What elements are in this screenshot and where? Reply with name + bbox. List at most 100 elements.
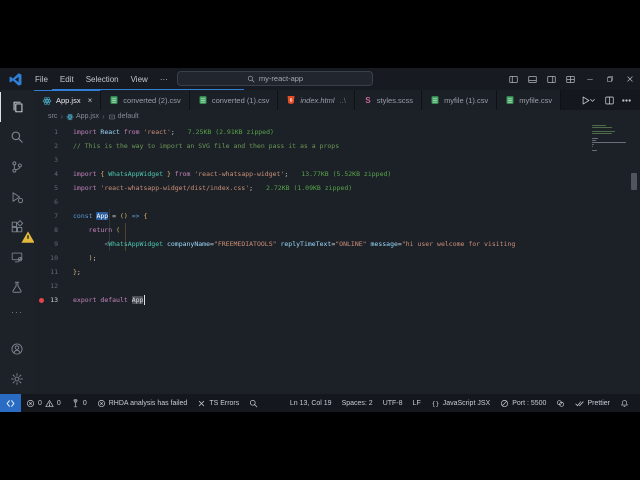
- statusbar-rhda-status[interactable]: RHDA analysis has failed: [92, 394, 193, 412]
- statusbar-search-status[interactable]: [244, 394, 263, 412]
- code-line-7[interactable]: 7const App = () => {: [34, 209, 592, 223]
- activitybar-item-remote-explorer[interactable]: [0, 242, 34, 272]
- line-number[interactable]: 12: [34, 282, 64, 290]
- breakpoint-dot[interactable]: [39, 298, 44, 303]
- tab-index.html[interactable]: 5index.html..\: [278, 90, 354, 110]
- layout-sidebar-right-icon[interactable]: [544, 72, 559, 87]
- breadcrumb-separator: ›: [102, 112, 105, 121]
- code-line-13[interactable]: 13export default App: [34, 293, 592, 307]
- token: WhatsAppWidget: [108, 170, 163, 178]
- tab-app.jsx[interactable]: App.jsx×: [34, 90, 101, 110]
- code-line-1[interactable]: 1import React from 'react';7.25KB (2.91K…: [34, 125, 592, 139]
- statusbar-live-server-port[interactable]: Port : 5500: [495, 394, 551, 412]
- token: WhatsAppWidget: [108, 240, 163, 248]
- statusbar-ports-broadcast[interactable]: 0: [66, 394, 92, 412]
- breadcrumb[interactable]: src›App.jsx›default: [34, 110, 640, 123]
- menu-[interactable]: ···: [154, 68, 174, 90]
- tab-myfile.csv[interactable]: myfile.csv: [497, 90, 561, 110]
- statusbar-text: Ln 13, Col 19: [290, 400, 332, 407]
- token: "hi user welcome for visiting: [402, 240, 516, 248]
- layout-panel-icon[interactable]: [525, 72, 540, 87]
- activitybar-item-extensions[interactable]: [0, 212, 34, 242]
- code-line-10[interactable]: 10 );: [34, 251, 592, 265]
- statusbar-ts-errors[interactable]: TS Errors: [192, 394, 244, 412]
- statusbar-cursor-position[interactable]: Ln 13, Col 19: [285, 394, 337, 412]
- activitybar-item-testing[interactable]: [0, 272, 34, 302]
- tab-close-icon[interactable]: ×: [88, 96, 93, 105]
- code-text: import { WhatsAppWidget } from 'react-wh…: [64, 167, 391, 181]
- tab-converted-2-.csv[interactable]: converted (2).csv: [101, 90, 190, 110]
- line-number[interactable]: 13: [34, 296, 64, 304]
- line-number[interactable]: 6: [34, 198, 64, 206]
- menu-file[interactable]: File: [29, 68, 54, 90]
- window-close-icon[interactable]: [620, 68, 640, 90]
- code-line-3[interactable]: 3: [34, 153, 592, 167]
- activitybar-item-explorer[interactable]: [0, 92, 34, 122]
- layout-grid-icon[interactable]: [563, 72, 578, 87]
- code-editor[interactable]: 1import React from 'react';7.25KB (2.91K…: [34, 123, 640, 394]
- statusbar-encoding[interactable]: UTF-8: [378, 394, 408, 412]
- statusbar-problems[interactable]: 00: [21, 394, 66, 412]
- code-line-6[interactable]: 6: [34, 195, 592, 209]
- line-number[interactable]: 8: [34, 226, 64, 234]
- window-minimize-icon[interactable]: [580, 68, 600, 90]
- statusbar-indentation[interactable]: Spaces: 2: [337, 394, 378, 412]
- line-number[interactable]: 5: [34, 184, 64, 192]
- code-line-9[interactable]: 9 <WhatsAppWidget companyName="FREEMEDIA…: [34, 237, 592, 251]
- statusbar-prettier[interactable]: Prettier: [570, 394, 615, 412]
- tab-styles.scss[interactable]: Sstyles.scss: [355, 90, 422, 110]
- menu-view[interactable]: View: [125, 68, 154, 90]
- more-actions-button[interactable]: [621, 95, 632, 106]
- token: [73, 240, 104, 248]
- code-line-4[interactable]: 4import { WhatsAppWidget } from 'react-w…: [34, 167, 592, 181]
- code-text: return (: [64, 223, 120, 237]
- breadcrumb-item-src[interactable]: src: [48, 113, 57, 120]
- menu-selection[interactable]: Selection: [80, 68, 125, 90]
- code-text: import React from 'react';7.25KB (2.91KB…: [64, 125, 274, 139]
- token: import: [73, 128, 100, 136]
- code-line-8[interactable]: 8 return (: [34, 223, 592, 237]
- statusbar-browser-sync[interactable]: [551, 394, 570, 412]
- line-number[interactable]: 10: [34, 254, 64, 262]
- minimap[interactable]: [592, 125, 628, 152]
- line-number[interactable]: 7: [34, 212, 64, 220]
- editor-scrollbar[interactable]: [628, 123, 640, 394]
- braces-icon: {}: [431, 399, 440, 408]
- statusbar-eol[interactable]: LF: [408, 394, 426, 412]
- code-line-12[interactable]: 12: [34, 279, 592, 293]
- tab-converted-1-.csv[interactable]: converted (1).csv: [190, 90, 279, 110]
- code-line-11[interactable]: 11};: [34, 265, 592, 279]
- line-number[interactable]: 3: [34, 156, 64, 164]
- line-number[interactable]: 2: [34, 142, 64, 150]
- window-restore-icon[interactable]: [600, 68, 620, 90]
- tab-myfile-1-.csv[interactable]: myfile (1).csv: [422, 90, 497, 110]
- token: (): [120, 212, 128, 220]
- text-cursor: [144, 295, 145, 305]
- layout-sidebar-left-icon[interactable]: [506, 72, 521, 87]
- code-line-2[interactable]: 2// This is the way to import an SVG fil…: [34, 139, 592, 153]
- activitybar-item-search[interactable]: [0, 122, 34, 152]
- minimap-line: [592, 133, 612, 134]
- line-number[interactable]: 1: [34, 128, 64, 136]
- statusbar-language-mode[interactable]: {}JavaScript JSX: [426, 394, 495, 412]
- activitybar-more[interactable]: ···: [0, 302, 34, 322]
- breadcrumb-item-default[interactable]: default: [108, 113, 139, 121]
- workbench: ··· App.jsx×converted (2).csvconverted (…: [0, 90, 640, 394]
- code-line-5[interactable]: 5import 'react-whatsapp-widget/dist/inde…: [34, 181, 592, 195]
- scrollbar-thumb[interactable]: [631, 173, 637, 190]
- command-center[interactable]: my-react-app: [177, 71, 373, 86]
- minimap-line: [592, 125, 606, 126]
- activitybar-item-accounts[interactable]: [0, 334, 34, 364]
- line-number[interactable]: 4: [34, 170, 64, 178]
- run-file-button[interactable]: [580, 95, 598, 106]
- activitybar-item-run-debug[interactable]: [0, 182, 34, 212]
- statusbar-notifications[interactable]: [615, 394, 634, 412]
- statusbar-remote-indicator[interactable]: [0, 394, 21, 412]
- breadcrumb-item-app-jsx[interactable]: App.jsx: [66, 113, 99, 121]
- line-number[interactable]: 9: [34, 240, 64, 248]
- activitybar-item-settings[interactable]: [0, 364, 34, 394]
- split-editor-button[interactable]: [604, 95, 615, 106]
- menu-edit[interactable]: Edit: [54, 68, 80, 90]
- line-number[interactable]: 11: [34, 268, 64, 276]
- activitybar-item-source-control[interactable]: [0, 152, 34, 182]
